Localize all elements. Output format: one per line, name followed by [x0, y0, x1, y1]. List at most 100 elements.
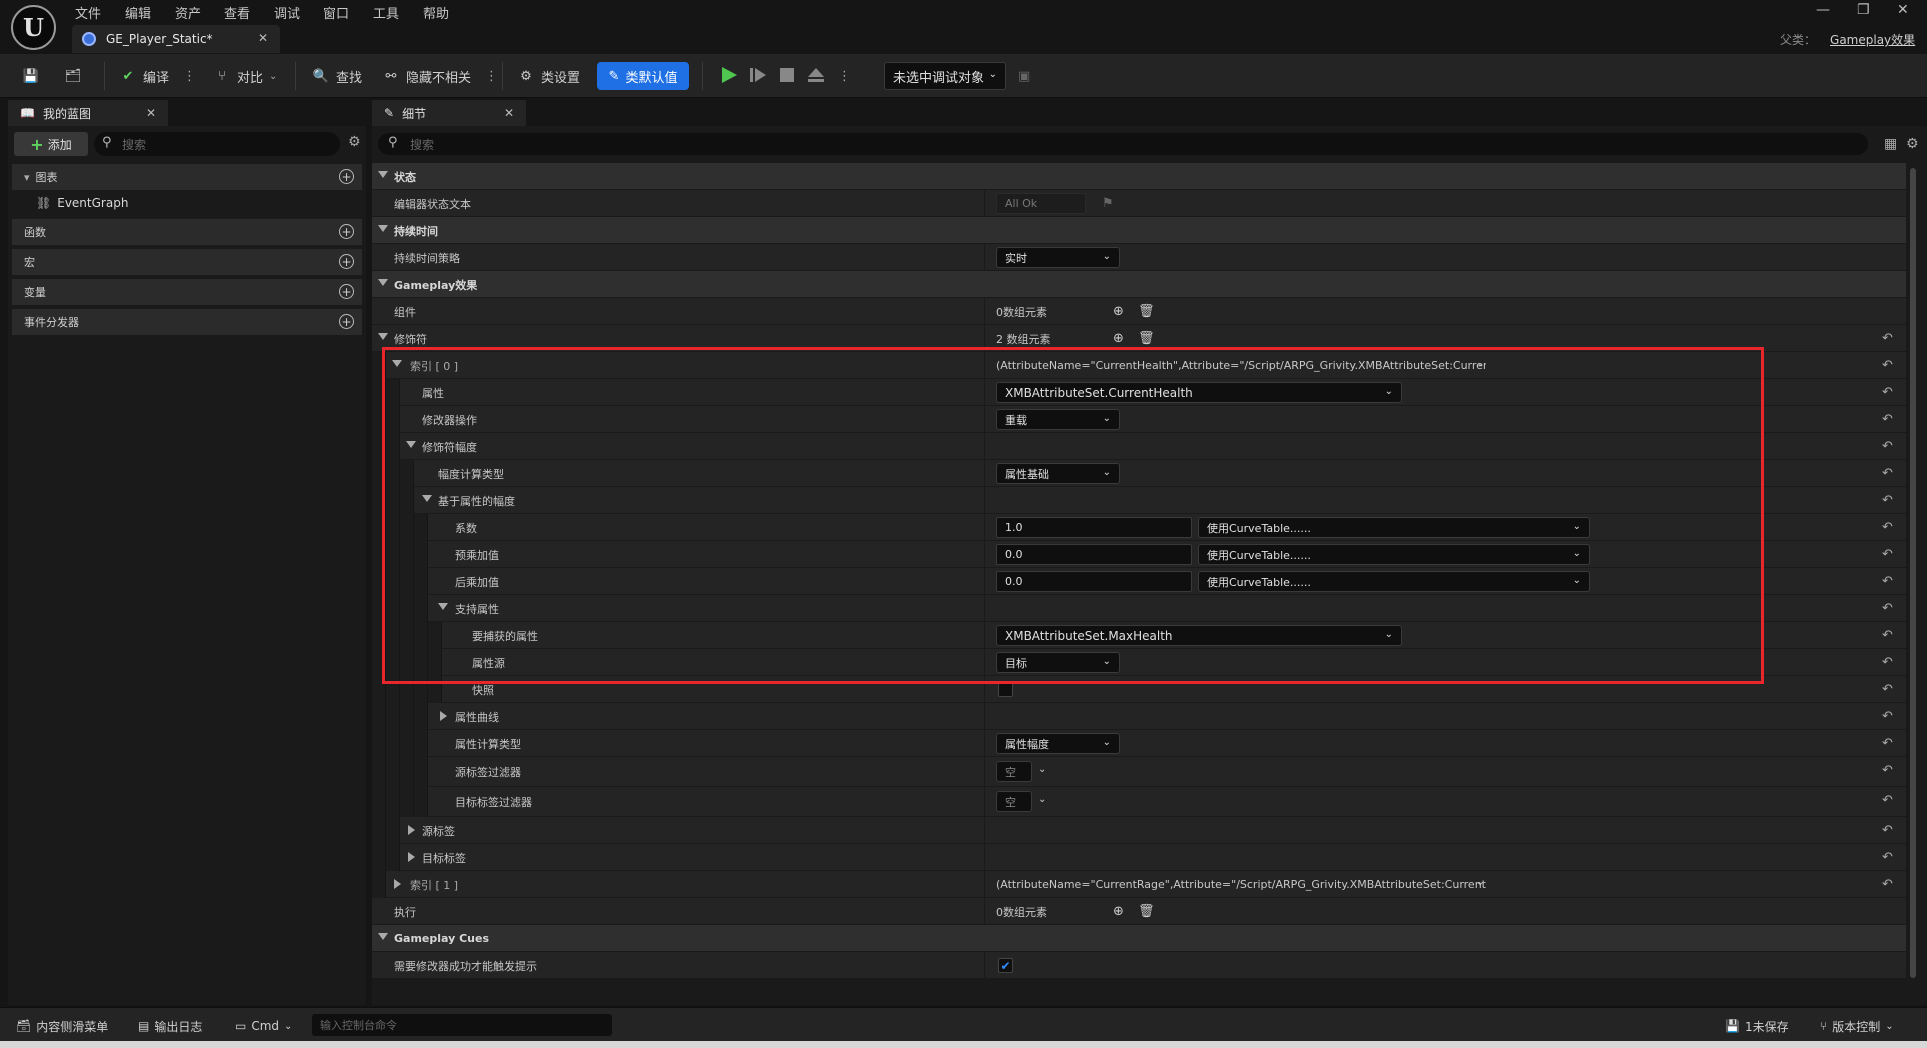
reset-icon[interactable]: ↶	[1882, 763, 1893, 778]
add-graph-icon[interactable]: +	[339, 169, 354, 184]
captured-attr-select[interactable]: XMBAttributeSet.MaxHealth ⌄	[996, 625, 1402, 646]
find-button[interactable]: 🔍 查找	[312, 64, 362, 88]
minimize-icon[interactable]: —	[1816, 2, 1830, 18]
pre-mult-curve-select[interactable]: 使用CurveTable...... ⌄	[1198, 544, 1590, 565]
section-graphs[interactable]: ▾ 图表 +	[12, 164, 362, 190]
reset-icon[interactable]: ↶	[1882, 385, 1893, 400]
attr-source-select[interactable]: 目标 ⌄	[996, 652, 1120, 673]
chevron-down-icon[interactable]: ⌄	[1038, 794, 1046, 805]
compile-button[interactable]: ✔ 编译 ⋮	[119, 64, 196, 88]
coefficient-curve-select[interactable]: 使用CurveTable...... ⌄	[1198, 517, 1590, 538]
menu-view[interactable]: 查看	[224, 3, 250, 22]
reset-icon[interactable]: ↶	[1882, 601, 1893, 616]
source-control-button[interactable]: ⑂ 版本控制 ⌄	[1820, 1016, 1894, 1036]
row-mod-magnitude[interactable]: 修饰符幅度 ↶	[372, 433, 1906, 460]
row-index-0[interactable]: 索引 [ 0 ] (AttributeName="CurrentHealth",…	[372, 352, 1906, 379]
chevron-down-icon[interactable]: ⌄	[1476, 877, 1484, 888]
post-mult-input[interactable]: 0.0	[996, 571, 1192, 592]
category-status[interactable]: 状态	[372, 163, 1906, 190]
target-tag-filter-select[interactable]: 空	[996, 791, 1032, 812]
row-target-tags[interactable]: 目标标签 ↶	[372, 844, 1906, 871]
content-drawer-button[interactable]: 🗃 内容侧滑菜单	[16, 1016, 108, 1036]
category-gameplay-effect[interactable]: Gameplay效果	[372, 271, 1906, 298]
reset-icon[interactable]: ↶	[1882, 466, 1893, 481]
require-mod-success-checkbox[interactable]: ✔	[998, 958, 1013, 973]
close-icon[interactable]: ✕	[504, 106, 514, 120]
reset-icon[interactable]: ↶	[1882, 628, 1893, 643]
settings-gear-icon[interactable]: ⚙	[348, 134, 361, 150]
class-defaults-button[interactable]: ✎ 类默认值	[597, 62, 689, 90]
menu-tools[interactable]: 工具	[373, 3, 399, 22]
restore-icon[interactable]: ❐	[1857, 2, 1870, 18]
duration-policy-select[interactable]: 实时 ⌄	[996, 247, 1120, 268]
row-attr-based-magnitude[interactable]: 基于属性的幅度 ↶	[372, 487, 1906, 514]
section-macros[interactable]: 宏 +	[12, 249, 362, 275]
close-icon[interactable]: ✕	[258, 31, 268, 45]
reset-icon[interactable]: ↶	[1882, 850, 1893, 865]
menu-asset[interactable]: 资产	[175, 3, 201, 22]
trash-icon[interactable]: 🗑	[1138, 904, 1155, 919]
chevron-down-icon[interactable]: ⌄	[1038, 764, 1046, 775]
section-variables[interactable]: 变量 +	[12, 279, 362, 305]
trash-icon[interactable]: 🗑	[1138, 304, 1155, 319]
attr-calc-type-select[interactable]: 属性幅度 ⌄	[996, 733, 1120, 754]
row-source-tags[interactable]: 源标签 ↶	[372, 817, 1906, 844]
debug-filter-icon[interactable]: ▣	[1018, 64, 1030, 88]
mod-op-select[interactable]: 重载 ⌄	[996, 409, 1120, 430]
reset-icon[interactable]: ↶	[1882, 439, 1893, 454]
debug-target-select[interactable]: 未选中调试对象 ⌄	[884, 62, 1006, 90]
output-log-button[interactable]: ▤ 输出日志	[138, 1016, 202, 1036]
pre-mult-input[interactable]: 0.0	[996, 544, 1192, 565]
class-settings-button[interactable]: ⚙ 类设置	[517, 64, 580, 88]
diff-button[interactable]: ⑂ 对比 ⌄	[213, 64, 277, 88]
add-variable-icon[interactable]: +	[339, 284, 354, 299]
settings-gear-icon[interactable]: ⚙	[1906, 136, 1919, 152]
close-icon[interactable]: ✕	[146, 106, 156, 120]
add-button[interactable]: + 添加	[14, 132, 88, 156]
reset-icon[interactable]: ↶	[1882, 547, 1893, 562]
close-window-icon[interactable]: ✕	[1897, 2, 1909, 18]
browse-icon[interactable]: 🗂	[64, 64, 82, 88]
details-search-input[interactable]: ⚲ 搜索	[378, 133, 1868, 155]
details-scrollbar[interactable]	[1910, 168, 1916, 978]
add-dispatcher-icon[interactable]: +	[339, 314, 354, 329]
reset-icon[interactable]: ↶	[1882, 520, 1893, 535]
cmd-select[interactable]: ▭ Cmd ⌄	[235, 1016, 292, 1036]
attribute-select[interactable]: XMBAttributeSet.CurrentHealth ⌄	[996, 382, 1402, 403]
eject-icon[interactable]	[806, 65, 826, 85]
grid-view-icon[interactable]: ▦	[1884, 136, 1897, 152]
blueprint-search-input[interactable]: ⚲ 搜索	[94, 132, 340, 156]
trash-icon[interactable]: 🗑	[1138, 331, 1155, 346]
reset-icon[interactable]: ↶	[1882, 682, 1893, 697]
reset-icon[interactable]: ↶	[1882, 877, 1893, 892]
section-functions[interactable]: 函数 +	[12, 219, 362, 245]
add-function-icon[interactable]: +	[339, 224, 354, 239]
reset-icon[interactable]: ↶	[1882, 331, 1893, 346]
unsaved-button[interactable]: 💾 1未保存	[1725, 1016, 1789, 1036]
reset-icon[interactable]: ↶	[1882, 358, 1893, 373]
details-tab[interactable]: ✎ 细节 ✕	[372, 100, 526, 126]
reset-icon[interactable]: ↶	[1882, 736, 1893, 751]
magnitude-calc-type-select[interactable]: 属性基础 ⌄	[996, 463, 1120, 484]
event-graph-item[interactable]: ⛓ EventGraph	[12, 191, 362, 215]
snapshot-checkbox[interactable]	[998, 682, 1013, 697]
source-tag-filter-select[interactable]: 空	[996, 761, 1032, 782]
reset-icon[interactable]: ↶	[1882, 655, 1893, 670]
menu-file[interactable]: 文件	[75, 3, 101, 22]
coefficient-input[interactable]: 1.0	[996, 517, 1192, 538]
reset-icon[interactable]: ↶	[1882, 493, 1893, 508]
reset-icon[interactable]: ↶	[1882, 709, 1893, 724]
section-dispatchers[interactable]: 事件分发器 +	[12, 309, 362, 335]
reset-icon[interactable]: ↶	[1882, 574, 1893, 589]
unreal-logo[interactable]: U	[11, 5, 56, 50]
add-element-icon[interactable]: ⊕	[1113, 331, 1124, 346]
row-attr-curve[interactable]: 属性曲线 ↶	[372, 703, 1906, 730]
hide-unrelated-button[interactable]: ⚯ 隐藏不相关 ⋮	[382, 64, 498, 88]
parent-class-link[interactable]: Gameplay效果	[1830, 33, 1915, 47]
menu-debug[interactable]: 调试	[274, 3, 300, 22]
document-tab[interactable]: GE_Player_Static* ✕	[72, 25, 280, 53]
reset-icon[interactable]: ↶	[1882, 412, 1893, 427]
menu-edit[interactable]: 编辑	[125, 3, 151, 22]
category-duration[interactable]: 持续时间	[372, 217, 1906, 244]
chevron-down-icon[interactable]: ⌄	[1476, 358, 1484, 369]
